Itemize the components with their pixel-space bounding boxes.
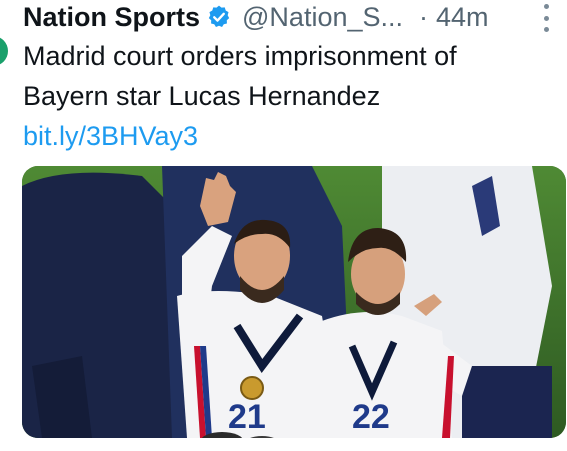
- author-handle[interactable]: @Nation_S...: [242, 0, 403, 34]
- author-name[interactable]: Nation Sports: [23, 0, 200, 34]
- tweet-text: Madrid court orders imprisonment of Baye…: [23, 36, 553, 116]
- tweet-link[interactable]: bit.ly/3BHVay3: [23, 116, 198, 156]
- verified-badge-icon: [206, 4, 232, 30]
- tweet-timestamp[interactable]: 44m: [436, 0, 489, 34]
- tweet-card[interactable]: Nation Sports @Nation_S... · 44m Madrid …: [0, 0, 567, 451]
- photo-illustration: 21 22: [22, 166, 566, 438]
- tweet-header: Nation Sports @Nation_S... · 44m: [23, 0, 553, 34]
- author-avatar[interactable]: [0, 36, 8, 66]
- jersey-number-left: 21: [228, 398, 266, 436]
- jersey-number-right: 22: [352, 398, 390, 436]
- tweet-media-photo[interactable]: 21 22: [22, 166, 566, 438]
- separator-dot: ·: [419, 2, 429, 32]
- tweet-text-line-2: Bayern star Lucas Hernandez: [23, 81, 381, 111]
- tweet-text-line-1: Madrid court orders imprisonment of: [23, 41, 457, 71]
- more-options-icon[interactable]: [543, 4, 549, 32]
